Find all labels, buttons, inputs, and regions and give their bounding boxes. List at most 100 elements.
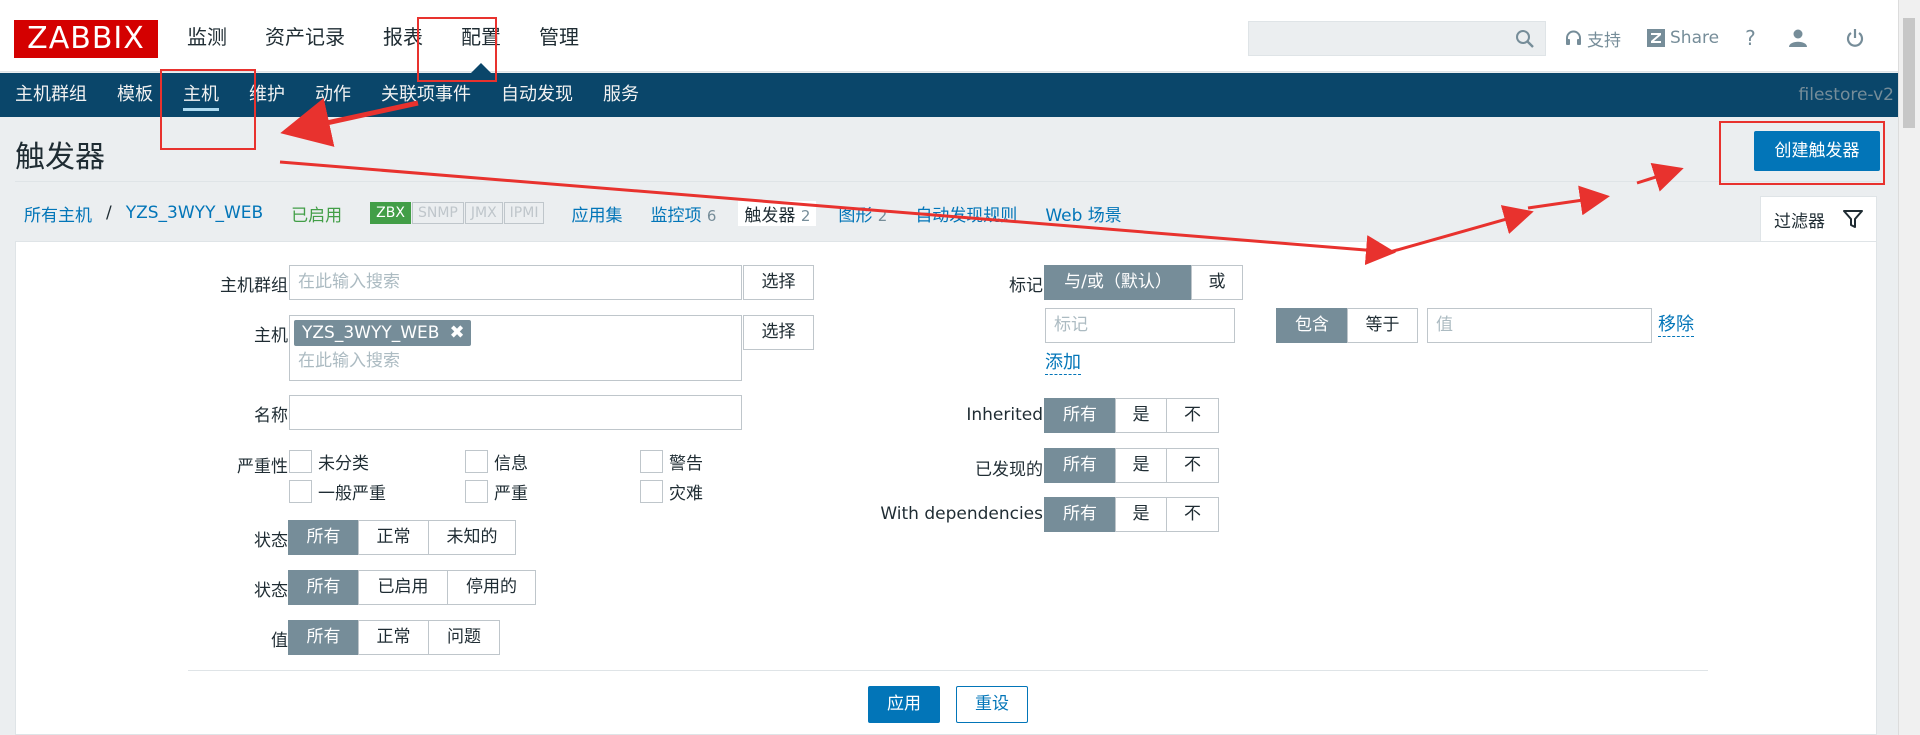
nav-discovery[interactable]: 自动发现 bbox=[486, 73, 588, 117]
checkbox-box[interactable] bbox=[640, 480, 663, 503]
state-segmented: 所有 正常 未知的 bbox=[288, 520, 516, 555]
nav-host-groups[interactable]: 主机群组 bbox=[0, 73, 102, 117]
host-chip[interactable]: YZS_3WYY_WEB ✖ bbox=[294, 320, 471, 346]
tab-label: 触发器 bbox=[744, 205, 796, 226]
checkbox-label: 警告 bbox=[669, 454, 703, 474]
checkbox-box[interactable] bbox=[289, 450, 312, 473]
checkbox-box[interactable] bbox=[640, 450, 663, 473]
severity-disaster-checkbox[interactable]: 灾难 bbox=[640, 479, 703, 504]
tab-items[interactable]: 监控项 6 bbox=[650, 201, 716, 226]
support-link[interactable]: 支持 bbox=[1565, 26, 1621, 51]
support-label: 支持 bbox=[1587, 30, 1621, 51]
tab-triggers[interactable]: 触发器 2 bbox=[738, 200, 817, 226]
tag-operator-segmented: 包含 等于 bbox=[1276, 308, 1418, 343]
checkbox-box[interactable] bbox=[465, 480, 488, 503]
host-group-select-button[interactable]: 选择 bbox=[743, 265, 814, 300]
dependencies-option-no[interactable]: 不 bbox=[1166, 497, 1219, 532]
name-input[interactable] bbox=[289, 395, 742, 430]
state-option-unknown[interactable]: 未知的 bbox=[428, 520, 516, 555]
tag-name-input[interactable]: 标记 bbox=[1045, 308, 1235, 343]
status-option-disabled[interactable]: 停用的 bbox=[447, 570, 536, 605]
tag-operator-contains[interactable]: 包含 bbox=[1276, 308, 1348, 343]
host-status[interactable]: 已启用 bbox=[291, 201, 342, 226]
severity-information-checkbox[interactable]: 信息 bbox=[465, 449, 528, 474]
tags-evaltype-segmented: 与/或（默认） 或 bbox=[1044, 265, 1243, 300]
header-divider bbox=[15, 181, 1881, 182]
checkbox-box[interactable] bbox=[289, 480, 312, 503]
tab-applications[interactable]: 应用集 bbox=[571, 201, 622, 226]
inherited-option-yes[interactable]: 是 bbox=[1115, 398, 1167, 433]
value-option-ok[interactable]: 正常 bbox=[358, 620, 429, 655]
menu-monitoring[interactable]: 监测 bbox=[168, 18, 246, 58]
zabbix-page: ZABBIX 监测 资产记录 报表 配置 管理 支持 Share ? 主机群组 … bbox=[0, 0, 1920, 735]
filter-tab[interactable]: 过滤器 bbox=[1760, 196, 1877, 241]
inherited-option-all[interactable]: 所有 bbox=[1044, 398, 1116, 433]
nav-hosts[interactable]: 主机 bbox=[168, 73, 234, 117]
host-multiselect[interactable]: YZS_3WYY_WEB ✖ 在此输入搜索 bbox=[289, 315, 742, 381]
tags-or-option[interactable]: 或 bbox=[1191, 265, 1243, 300]
create-trigger-button[interactable]: 创建触发器 bbox=[1754, 131, 1880, 171]
zabbix-logo[interactable]: ZABBIX bbox=[14, 20, 158, 58]
snmp-badge: SNMP bbox=[411, 202, 464, 224]
sign-out-button[interactable] bbox=[1845, 28, 1870, 48]
state-option-normal[interactable]: 正常 bbox=[358, 520, 429, 555]
tab-label: 应用集 bbox=[571, 205, 623, 226]
help-button[interactable]: ? bbox=[1745, 26, 1756, 50]
host-group-input[interactable]: 在此输入搜索 bbox=[289, 265, 742, 300]
tags-and-or-option[interactable]: 与/或（默认） bbox=[1044, 265, 1192, 300]
scrollbar-thumb[interactable] bbox=[1903, 18, 1915, 128]
value-option-problem[interactable]: 问题 bbox=[428, 620, 500, 655]
inherited-option-no[interactable]: 不 bbox=[1166, 398, 1219, 433]
dependencies-option-yes[interactable]: 是 bbox=[1115, 497, 1167, 532]
tag-value-input[interactable]: 值 bbox=[1427, 308, 1652, 343]
remove-tag-link[interactable]: 移除 bbox=[1658, 314, 1694, 337]
remove-chip-icon[interactable]: ✖ bbox=[449, 320, 464, 346]
checkbox-box[interactable] bbox=[465, 450, 488, 473]
nav-event-correlation[interactable]: 关联项事件 bbox=[366, 73, 486, 117]
breadcrumb-separator: / bbox=[106, 203, 112, 223]
page-scrollbar[interactable] bbox=[1898, 0, 1920, 735]
tab-label: 监控项 bbox=[650, 205, 702, 226]
tab-graphs[interactable]: 图形 2 bbox=[838, 201, 887, 226]
severity-not-classified-checkbox[interactable]: 未分类 bbox=[289, 449, 369, 474]
status-option-enabled[interactable]: 已启用 bbox=[358, 570, 448, 605]
top-bar: ZABBIX 监测 资产记录 报表 配置 管理 支持 Share ? bbox=[0, 0, 1920, 74]
tag-operator-equals[interactable]: 等于 bbox=[1347, 308, 1418, 343]
discovered-option-all[interactable]: 所有 bbox=[1044, 448, 1116, 483]
value-option-all[interactable]: 所有 bbox=[288, 620, 359, 655]
reset-button[interactable]: 重设 bbox=[956, 686, 1028, 723]
host-link[interactable]: YZS_3WYY_WEB bbox=[126, 203, 263, 223]
help-icon: ? bbox=[1745, 26, 1756, 50]
annotation-arrow bbox=[1527, 185, 1610, 216]
discovered-option-no[interactable]: 不 bbox=[1166, 448, 1219, 483]
user-profile-button[interactable] bbox=[1788, 28, 1813, 48]
tab-web-scenarios[interactable]: Web 场景 bbox=[1045, 201, 1121, 226]
nav-templates[interactable]: 模板 bbox=[102, 73, 168, 117]
status-option-all[interactable]: 所有 bbox=[288, 570, 359, 605]
main-menu: 监测 资产记录 报表 配置 管理 bbox=[168, 18, 598, 74]
menu-inventory[interactable]: 资产记录 bbox=[246, 18, 364, 58]
menu-reports[interactable]: 报表 bbox=[364, 18, 442, 58]
menu-configuration[interactable]: 配置 bbox=[442, 18, 520, 74]
tab-discovery-rules[interactable]: 自动发现规则 bbox=[915, 201, 1017, 226]
severity-high-checkbox[interactable]: 严重 bbox=[465, 479, 528, 504]
discovered-option-yes[interactable]: 是 bbox=[1115, 448, 1167, 483]
status-label: 状态 bbox=[254, 581, 288, 601]
severity-average-checkbox[interactable]: 一般严重 bbox=[289, 479, 386, 504]
search-icon[interactable] bbox=[1515, 29, 1535, 49]
severity-warning-checkbox[interactable]: 警告 bbox=[640, 449, 703, 474]
nav-maintenance[interactable]: 维护 bbox=[234, 73, 300, 117]
state-option-all[interactable]: 所有 bbox=[288, 520, 359, 555]
value-label: 值 bbox=[271, 631, 288, 651]
host-select-button[interactable]: 选择 bbox=[743, 315, 814, 350]
all-hosts-link[interactable]: 所有主机 bbox=[24, 201, 92, 226]
add-tag-link[interactable]: 添加 bbox=[1045, 352, 1081, 375]
dependencies-option-all[interactable]: 所有 bbox=[1044, 497, 1116, 532]
apply-button[interactable]: 应用 bbox=[868, 686, 940, 723]
global-search-input[interactable] bbox=[1248, 21, 1546, 56]
menu-administration[interactable]: 管理 bbox=[520, 18, 598, 58]
share-link[interactable]: Share bbox=[1647, 28, 1719, 48]
nav-actions[interactable]: 动作 bbox=[300, 73, 366, 117]
discovered-segmented: 所有 是 不 bbox=[1044, 448, 1219, 483]
nav-services[interactable]: 服务 bbox=[588, 73, 654, 117]
